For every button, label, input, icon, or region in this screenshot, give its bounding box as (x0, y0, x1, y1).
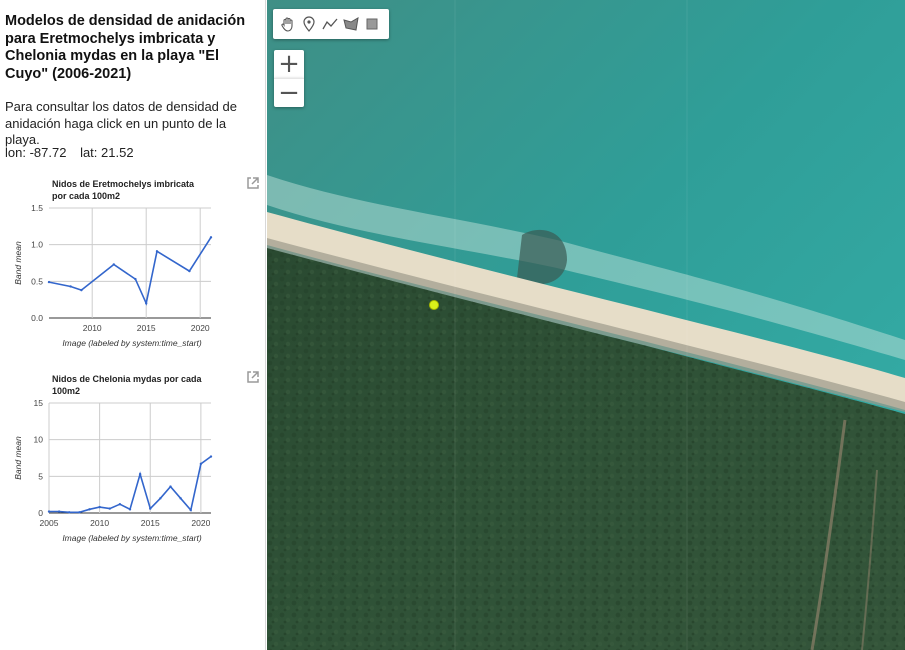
chart-eretmochelys: Nidos de Eretmochelys imbricata por cada … (0, 168, 266, 358)
marker-icon (302, 16, 315, 32)
x-axis-label: Image (labeled by system:time_start) (62, 533, 202, 543)
data-point[interactable] (199, 462, 203, 466)
data-point[interactable] (209, 236, 213, 239)
selected-point-marker (429, 300, 439, 310)
y-tick-label: 0.0 (31, 313, 43, 323)
y-tick-label: 1.0 (31, 240, 43, 250)
data-point[interactable] (78, 511, 81, 514)
x-tick-label: 2015 (141, 518, 160, 528)
data-point[interactable] (138, 472, 142, 476)
data-point[interactable] (149, 507, 152, 510)
y-tick-label: 1.5 (31, 203, 43, 213)
zoom-in-button[interactable]: + (274, 50, 304, 78)
chart-title-line: Nidos de Eretmochelys imbricata (52, 179, 195, 189)
y-tick-label: 10 (34, 435, 44, 445)
instructions-text: Para consultar los datos de densidad de … (5, 99, 237, 147)
zoom-out-button[interactable]: − (274, 78, 304, 107)
data-point[interactable] (159, 497, 162, 500)
data-point[interactable] (188, 269, 191, 273)
hand-icon (280, 17, 293, 32)
y-tick-label: 0 (38, 508, 43, 518)
y-axis-label: Band mean (13, 241, 23, 285)
rectangle-tool[interactable] (361, 12, 382, 36)
satellite-imagery (267, 0, 905, 650)
x-tick-label: 2010 (90, 518, 109, 528)
y-tick-label: 5 (38, 471, 43, 481)
open-in-new-icon[interactable] (246, 370, 260, 384)
polygon-tool[interactable] (340, 12, 361, 36)
data-point[interactable] (88, 508, 91, 511)
data-point[interactable] (118, 503, 122, 506)
satellite-map[interactable]: + − (267, 0, 905, 650)
chart-chelonia: Nidos de Chelonia mydas por cada 100m2 0 5 1… (0, 365, 266, 555)
coordinates-readout: lon: -87.72 lat: 21.52 (5, 145, 134, 160)
data-point[interactable] (155, 250, 159, 253)
series-line (49, 455, 212, 514)
x-axis-label: Image (labeled by system:time_start) (62, 338, 202, 348)
chart-eretmochelys-svg: Nidos de Eretmochelys imbricata por cada … (13, 179, 213, 348)
x-tick-label: 2020 (191, 518, 210, 528)
data-point[interactable] (47, 510, 51, 513)
chart-chelonia-svg: Nidos de Chelonia mydas por cada 100m2 0 5 1… (13, 374, 213, 543)
data-point[interactable] (57, 510, 61, 513)
data-point[interactable] (47, 280, 51, 284)
latitude-label: lat: 21.52 (80, 145, 134, 160)
side-panel: Modelos de densidad de anidación para Er… (0, 0, 266, 650)
data-point[interactable] (145, 302, 148, 305)
x-tick-label: 2015 (137, 323, 156, 333)
polygon-icon (342, 17, 359, 31)
y-tick-label: 15 (34, 398, 44, 408)
data-point[interactable] (189, 508, 192, 512)
data-point[interactable] (209, 455, 213, 458)
data-point[interactable] (69, 285, 72, 288)
x-tick-label: 2005 (40, 518, 59, 528)
longitude-label: lon: -87.72 (5, 145, 67, 160)
data-point[interactable] (169, 485, 172, 488)
open-in-new-icon[interactable] (246, 176, 260, 190)
page-title: Modelos de densidad de anidación para Er… (5, 13, 246, 82)
data-point[interactable] (98, 505, 101, 509)
data-point[interactable] (179, 497, 182, 500)
data-point[interactable] (112, 263, 116, 266)
data-point[interactable] (68, 511, 71, 514)
x-tick-label: 2010 (83, 323, 102, 333)
hand-tool[interactable] (277, 12, 298, 36)
chart-title-line: Nidos de Chelonia mydas por cada (52, 374, 203, 384)
data-point[interactable] (134, 277, 137, 281)
data-point[interactable] (108, 507, 111, 510)
chart-title-line: 100m2 (52, 386, 80, 396)
y-tick-label: 0.5 (31, 276, 43, 286)
data-point[interactable] (80, 288, 83, 292)
drawing-toolbar (273, 9, 389, 39)
line-tool[interactable] (319, 12, 340, 36)
chart-title-line: por cada 100m2 (52, 191, 120, 201)
rectangle-icon (366, 18, 377, 30)
polyline-icon (321, 18, 337, 30)
point-tool[interactable] (298, 12, 319, 36)
x-tick-label: 2020 (191, 323, 210, 333)
data-point[interactable] (128, 508, 132, 511)
y-axis-label: Band mean (13, 436, 23, 480)
series-line (48, 236, 212, 306)
